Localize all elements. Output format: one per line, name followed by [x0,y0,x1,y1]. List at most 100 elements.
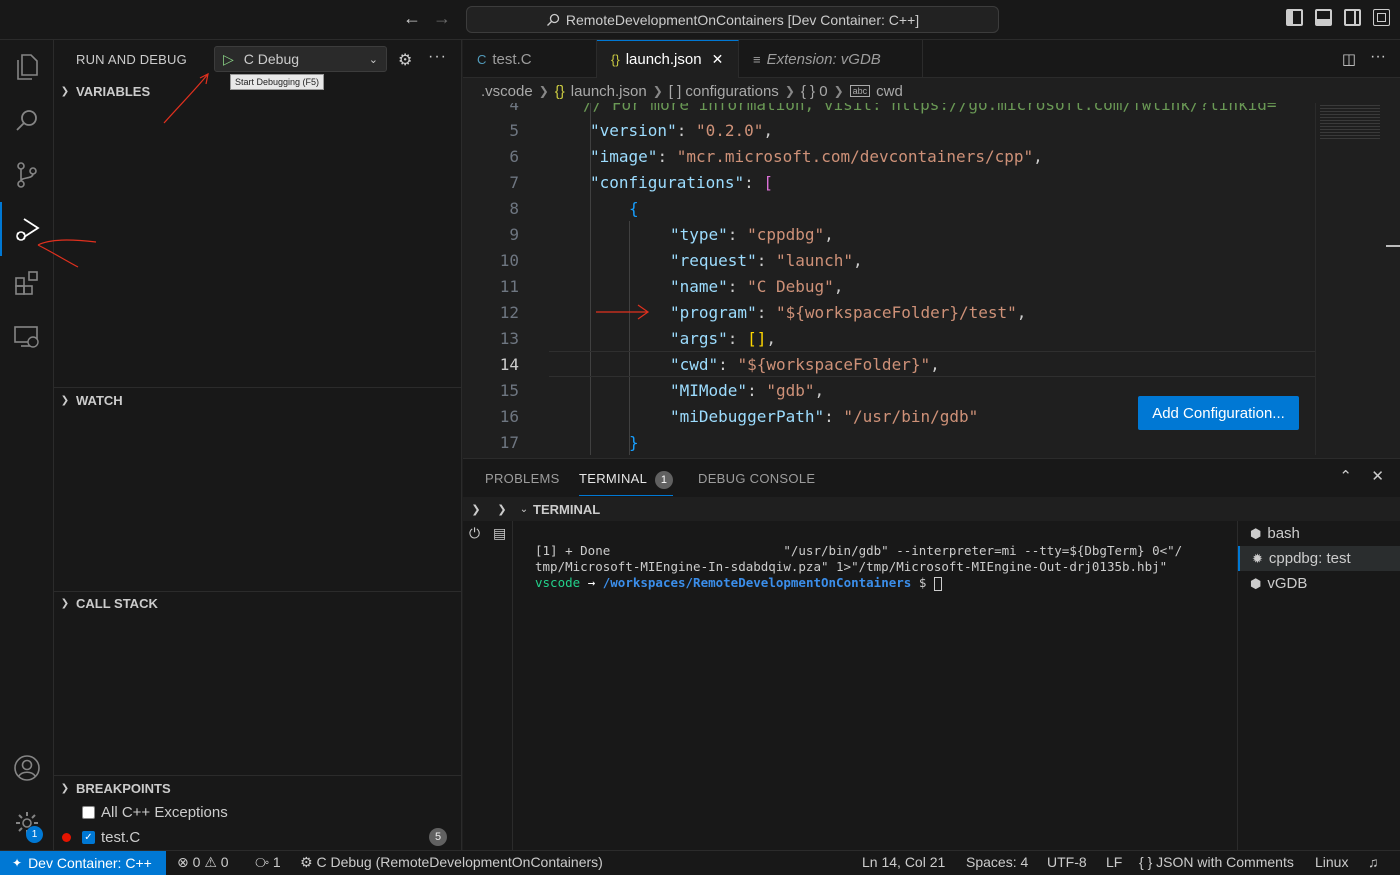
encoding[interactable]: UTF-8 [1047,854,1087,870]
tab-launch-json[interactable]: {} launch.json ✕ [597,40,739,78]
chevron-down-icon: ❯ [60,85,70,97]
breakpoint-item[interactable]: All C++ Exceptions [54,800,461,824]
breakpoint-item[interactable]: ✓ test.C 5 [54,825,461,849]
toggle-primary-sidebar-icon[interactable] [1286,9,1303,26]
annotation-arrow [596,304,650,320]
line-number: 8 [509,198,519,218]
language-mode[interactable]: { } JSON with Comments [1139,854,1294,870]
arrow-left-icon[interactable]: ← [403,8,421,29]
chevron-right-icon[interactable]: ❯ [463,503,489,516]
ports-status[interactable]: ⧂ 1 [255,854,281,871]
watch-section-header[interactable]: ❯ WATCH [54,389,461,411]
prompt-user: vscode [535,575,581,590]
terminal-item-bash[interactable]: ⬢ bash [1238,521,1400,546]
code-line[interactable]: 11 "name": "C Debug", [463,273,1315,299]
editor-tab-bar: C test.C {} launch.json ✕ ≡ Extension: v… [463,40,1400,78]
code-line[interactable]: 14 "cwd": "${workspaceFolder}", [463,351,1315,377]
tab-problems[interactable]: PROBLEMS [485,471,560,486]
split-editor-icon[interactable]: ◫ [1342,50,1356,68]
breakpoints-section-header[interactable]: ❯ BREAKPOINTS [54,777,461,799]
token: "args" [670,328,728,348]
tab-label: test.C [492,50,532,68]
token: "/usr/bin/gdb" [843,406,979,426]
source-control-icon[interactable] [0,148,54,202]
code-line[interactable]: 7 "configurations": [ [463,169,1315,195]
plug-icon[interactable]: ⏻ [469,525,480,542]
token: : [727,224,748,244]
indentation[interactable]: Spaces: 4 [966,854,1028,870]
clipboard-icon[interactable]: ▤ [493,525,506,542]
code-line[interactable]: 4 // For more information, visit: https:/… [463,103,1315,117]
more-actions-icon[interactable]: ··· [1370,48,1386,66]
minimap[interactable] [1315,103,1400,455]
token: : [727,276,748,296]
terminal-item-vgdb[interactable]: ⬢ vGDB [1238,571,1400,596]
bell-icon[interactable]: ♫ [1368,854,1379,870]
code-line[interactable]: 9 "type": "cppdbg", [463,221,1315,247]
call-stack-section-header[interactable]: ❯ CALL STACK [54,592,461,614]
breadcrumb-item[interactable]: cwd [876,83,903,100]
terminal-item-label: cppdbg: test [1268,550,1351,567]
chevron-right-icon[interactable]: ❯ [489,503,515,516]
more-actions-icon[interactable]: ··· [428,48,447,66]
maximize-panel-icon[interactable]: ⌃ [1339,467,1352,485]
chevron-right-icon: ❯ [784,84,795,98]
search-icon[interactable] [0,94,54,148]
close-icon[interactable]: ✕ [712,51,724,68]
terminal-output[interactable]: [1] + Done "/usr/bin/gdb" --interpreter=… [535,543,1225,591]
arrow-right-icon[interactable]: → [433,8,451,29]
accounts-badge: 1 [26,826,43,843]
toggle-panel-icon[interactable] [1315,9,1332,26]
token: [] [747,328,767,348]
terminal-gutter: ⏻ ▤ [463,521,513,851]
code-line[interactable]: 13 "args": [], [463,325,1315,351]
line-number: 7 [509,172,519,192]
toggle-secondary-sidebar-icon[interactable] [1344,9,1361,26]
tab-label: launch.json [625,51,702,68]
breadcrumb-item[interactable]: launch.json [571,83,647,100]
terminal-item-cppdbg[interactable]: ✹ cppdbg: test [1238,546,1400,571]
breadcrumb-item[interactable]: { } 0 [801,83,828,100]
debug-icon: ⚙ [300,854,313,870]
token: "C Debug" [747,276,834,296]
start-debugging-icon[interactable]: ▷ [223,51,234,68]
tab-debug-console[interactable]: DEBUG CONSOLE [698,471,815,486]
warning-icon: ⚠ [204,854,217,870]
add-configuration-button[interactable]: Add Configuration... [1138,396,1299,430]
end-of-line[interactable]: LF [1106,854,1122,870]
customize-layout-icon[interactable] [1373,9,1390,26]
variables-section-header[interactable]: ❯ VARIABLES [54,80,461,102]
open-launch-json-gear-icon[interactable]: ⚙ [398,50,412,70]
debug-configuration-select[interactable]: ▷ C Debug ⌄ [214,46,387,72]
command-center[interactable]: RemoteDevelopmentOnContainers [Dev Conta… [466,6,999,33]
cursor-position[interactable]: Ln 14, Col 21 [862,854,945,870]
string-icon: abc [849,85,871,97]
token: "image" [590,146,658,166]
close-panel-icon[interactable]: ✕ [1371,467,1384,485]
tab-terminal[interactable]: TERMINAL 1 [579,471,674,496]
code-line[interactable]: 5 "version": "0.2.0", [463,117,1315,143]
os-indicator[interactable]: Linux [1315,854,1348,870]
code-line[interactable]: 6 "image": "mcr.microsoft.com/devcontaine… [463,143,1315,169]
breakpoint-dot-icon [62,832,71,842]
breakpoint-checkbox[interactable]: ✓ [82,830,95,844]
accounts-icon[interactable] [0,741,54,795]
breadcrumb-item[interactable]: [ ] configurations [669,83,779,100]
problems-status[interactable]: ⊗ 0 ⚠ 0 [177,854,229,871]
code-line[interactable]: 10 "request": "launch", [463,247,1315,273]
breadcrumb-item[interactable]: .vscode [481,83,533,100]
token: "${workspaceFolder}" [737,354,931,374]
code-line[interactable]: 12 "program": "${workspaceFolder}/test", [463,299,1315,325]
debug-session-status[interactable]: ⚙ C Debug (RemoteDevelopmentOnContainers… [300,854,603,871]
tab-test-c[interactable]: C test.C [463,40,597,78]
chevron-down-icon[interactable]: ⌄ [515,504,533,515]
remote-explorer-icon[interactable] [0,310,54,364]
code-line[interactable]: 17} [463,429,1315,455]
tab-extension-vgdb[interactable]: ≡ Extension: vGDB [739,40,923,78]
explorer-icon[interactable] [0,40,54,94]
manage-gear-icon[interactable]: 1 [0,796,54,850]
breakpoint-checkbox[interactable] [82,805,95,819]
remote-indicator[interactable]: ✦ Dev Container: C++ [0,851,166,875]
code-line[interactable]: 8{ [463,195,1315,221]
debug-icon: ✹ [1252,550,1263,566]
